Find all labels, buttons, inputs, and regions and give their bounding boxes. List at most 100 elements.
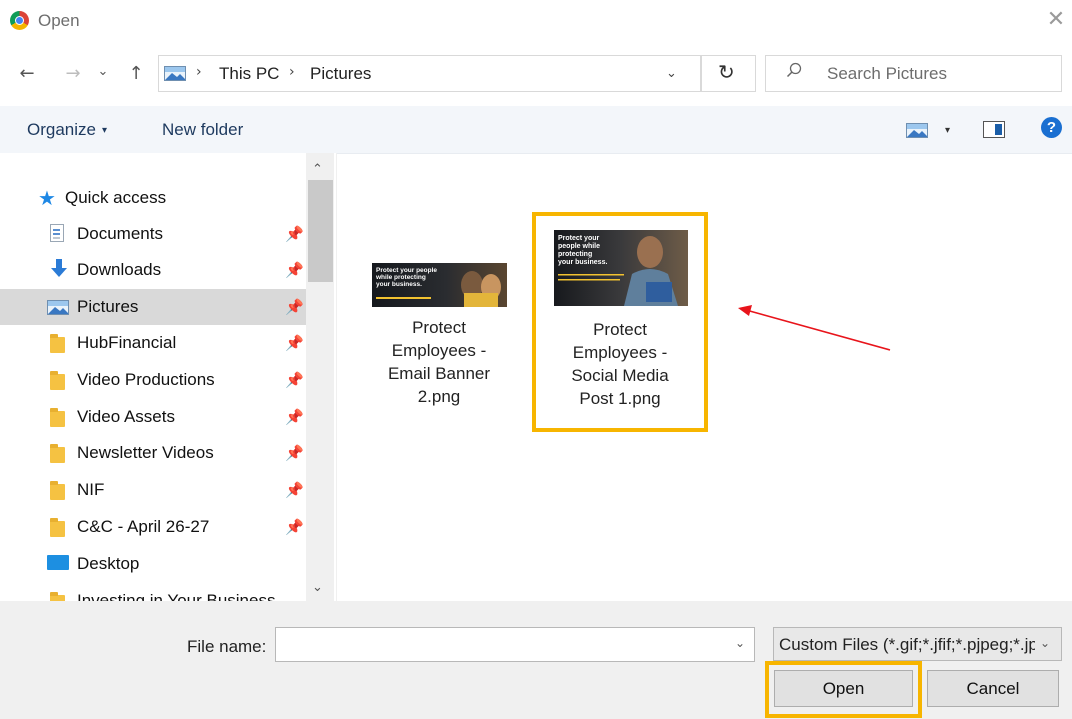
- organize-button[interactable]: Organize ▾: [27, 120, 107, 140]
- pictures-icon: [164, 66, 186, 81]
- pin-icon: 📌: [285, 518, 304, 536]
- pictures-icon: [47, 300, 69, 315]
- sidebar-item-label: Investing in Your Business: [77, 591, 276, 601]
- close-button[interactable]: ✕: [1042, 6, 1070, 34]
- file-name-line: Post 1.png: [579, 389, 661, 408]
- folder-icon: [50, 334, 65, 353]
- navigation-pane: ★ Quick access Documents 📌 Downloads 📌 P…: [0, 153, 337, 601]
- breadcrumb-pictures[interactable]: Pictures: [310, 64, 371, 84]
- file-name-line: Social Media: [571, 366, 669, 385]
- preview-pane-button[interactable]: [983, 121, 1005, 138]
- sidebar-item-downloads[interactable]: Downloads 📌: [0, 252, 306, 288]
- sidebar-item-label: C&C - April 26-27: [77, 517, 210, 536]
- new-folder-button[interactable]: New folder: [162, 120, 243, 140]
- folder-icon: [50, 518, 65, 537]
- file-name-dropdown-button[interactable]: ⌄: [735, 636, 745, 650]
- thumbnail-text: Protect your people: [376, 267, 437, 274]
- chrome-icon: [10, 11, 29, 30]
- scroll-thumb[interactable]: [308, 180, 333, 282]
- forward-button[interactable]: →: [60, 62, 86, 86]
- file-name-line: Employees -: [572, 343, 668, 362]
- sidebar-item-newsletter-videos[interactable]: Newsletter Videos 📌: [0, 435, 306, 471]
- sidebar-item-video-productions[interactable]: Video Productions 📌: [0, 362, 306, 398]
- pin-icon: 📌: [285, 225, 304, 243]
- view-dropdown-button[interactable]: ▾: [945, 125, 950, 136]
- sidebar-item-quick-access[interactable]: ★ Quick access: [0, 180, 306, 216]
- address-dropdown-button[interactable]: ⌄: [666, 66, 677, 81]
- sidebar-item-video-assets[interactable]: Video Assets 📌: [0, 399, 306, 435]
- file-thumbnail: Protect your people while protecting you…: [554, 230, 688, 306]
- back-button[interactable]: ←: [14, 62, 40, 86]
- sidebar-item-label: Downloads: [77, 260, 162, 279]
- sidebar-item-c-and-c[interactable]: C&C - April 26-27 📌: [0, 509, 306, 545]
- recent-locations-button[interactable]: ⌄: [95, 60, 111, 84]
- chevron-down-icon[interactable]: ⌄: [1040, 636, 1050, 650]
- thumbnail-text: protecting: [558, 251, 592, 258]
- folder-icon: [50, 408, 65, 427]
- sidebar-item-label: Newsletter Videos: [77, 443, 214, 462]
- organize-label: Organize: [27, 120, 96, 139]
- refresh-icon: ↻: [718, 60, 735, 84]
- pin-icon: 📌: [285, 444, 304, 462]
- pin-icon: 📌: [285, 408, 304, 426]
- document-icon: [50, 224, 64, 242]
- file-name-line: Protect: [593, 320, 647, 339]
- sidebar-item-documents[interactable]: Documents 📌: [0, 216, 306, 252]
- open-button[interactable]: Open: [774, 670, 913, 707]
- sidebar-item-label: NIF: [77, 480, 105, 499]
- sidebar-item-hubfinancial[interactable]: HubFinancial 📌: [0, 325, 306, 361]
- sidebar-item-label: Pictures: [77, 297, 139, 316]
- pin-icon: 📌: [285, 298, 304, 316]
- sidebar-item-label: Desktop: [77, 554, 140, 573]
- cancel-button[interactable]: Cancel: [927, 670, 1059, 707]
- search-icon: [786, 62, 802, 78]
- scroll-up-button[interactable]: ⌃: [312, 162, 323, 177]
- sidebar-item-label: Video Assets: [77, 407, 175, 426]
- up-button[interactable]: ↑: [125, 62, 147, 86]
- thumbnail-text: Protect your: [558, 235, 600, 242]
- thumbnail-text: your business.: [558, 259, 607, 266]
- window-title: Open: [38, 11, 80, 30]
- file-name-input[interactable]: [275, 627, 755, 662]
- sidebar-item-pictures[interactable]: Pictures 📌: [0, 289, 306, 325]
- file-item-social-media-post[interactable]: Protect your people while protecting you…: [532, 212, 708, 432]
- sidebar-item-label: HubFinancial: [77, 333, 177, 352]
- file-name-line: 2.png: [417, 387, 461, 406]
- title-bar: [0, 0, 1072, 42]
- breadcrumb-separator: ›: [196, 64, 202, 80]
- file-name-line: Email Banner: [387, 364, 491, 383]
- breadcrumb-this-pc[interactable]: This PC: [219, 64, 279, 84]
- chevron-down-icon: ▾: [101, 125, 108, 136]
- folder-icon: [50, 481, 65, 500]
- file-name-line: Employees -: [391, 341, 487, 360]
- folder-icon: [50, 371, 65, 390]
- annotation-arrow: [738, 305, 891, 351]
- sidebar-item-label: Video Productions: [77, 370, 215, 389]
- sidebar-item-desktop[interactable]: Desktop: [0, 546, 306, 582]
- search-placeholder: Search Pictures: [827, 64, 947, 83]
- sidebar-item-label: Documents: [77, 224, 163, 243]
- sidebar-item-investing[interactable]: Investing in Your Business: [0, 583, 306, 601]
- pin-icon: 📌: [285, 371, 304, 389]
- star-icon: ★: [38, 186, 56, 210]
- file-thumbnail: Protect your people while protecting you…: [372, 263, 507, 307]
- pin-icon: 📌: [285, 334, 304, 352]
- thumbnail-text: your business.: [376, 281, 422, 288]
- breadcrumb-separator: ›: [289, 64, 295, 80]
- scroll-down-button[interactable]: ⌄: [312, 580, 323, 595]
- file-item-email-banner[interactable]: Protect your people while protecting you…: [366, 255, 512, 420]
- thumbnail-text: while protecting: [375, 274, 426, 281]
- folder-icon: [50, 444, 65, 463]
- download-icon: [51, 259, 67, 277]
- sidebar-item-label: Quick access: [65, 188, 167, 207]
- file-name-label: File name:: [187, 637, 267, 656]
- pin-icon: 📌: [285, 261, 304, 279]
- help-icon[interactable]: ?: [1041, 117, 1062, 138]
- file-name-line: Protect: [412, 318, 466, 337]
- thumbnail-text: people while: [558, 243, 600, 250]
- sidebar-item-nif[interactable]: NIF 📌: [0, 472, 306, 508]
- view-options-icon[interactable]: [906, 123, 928, 138]
- desktop-icon: [47, 555, 69, 570]
- file-type-value: Custom Files (*.gif;*.jfif;*.pjpeg;*.jpe…: [779, 635, 1035, 654]
- pin-icon: 📌: [285, 481, 304, 499]
